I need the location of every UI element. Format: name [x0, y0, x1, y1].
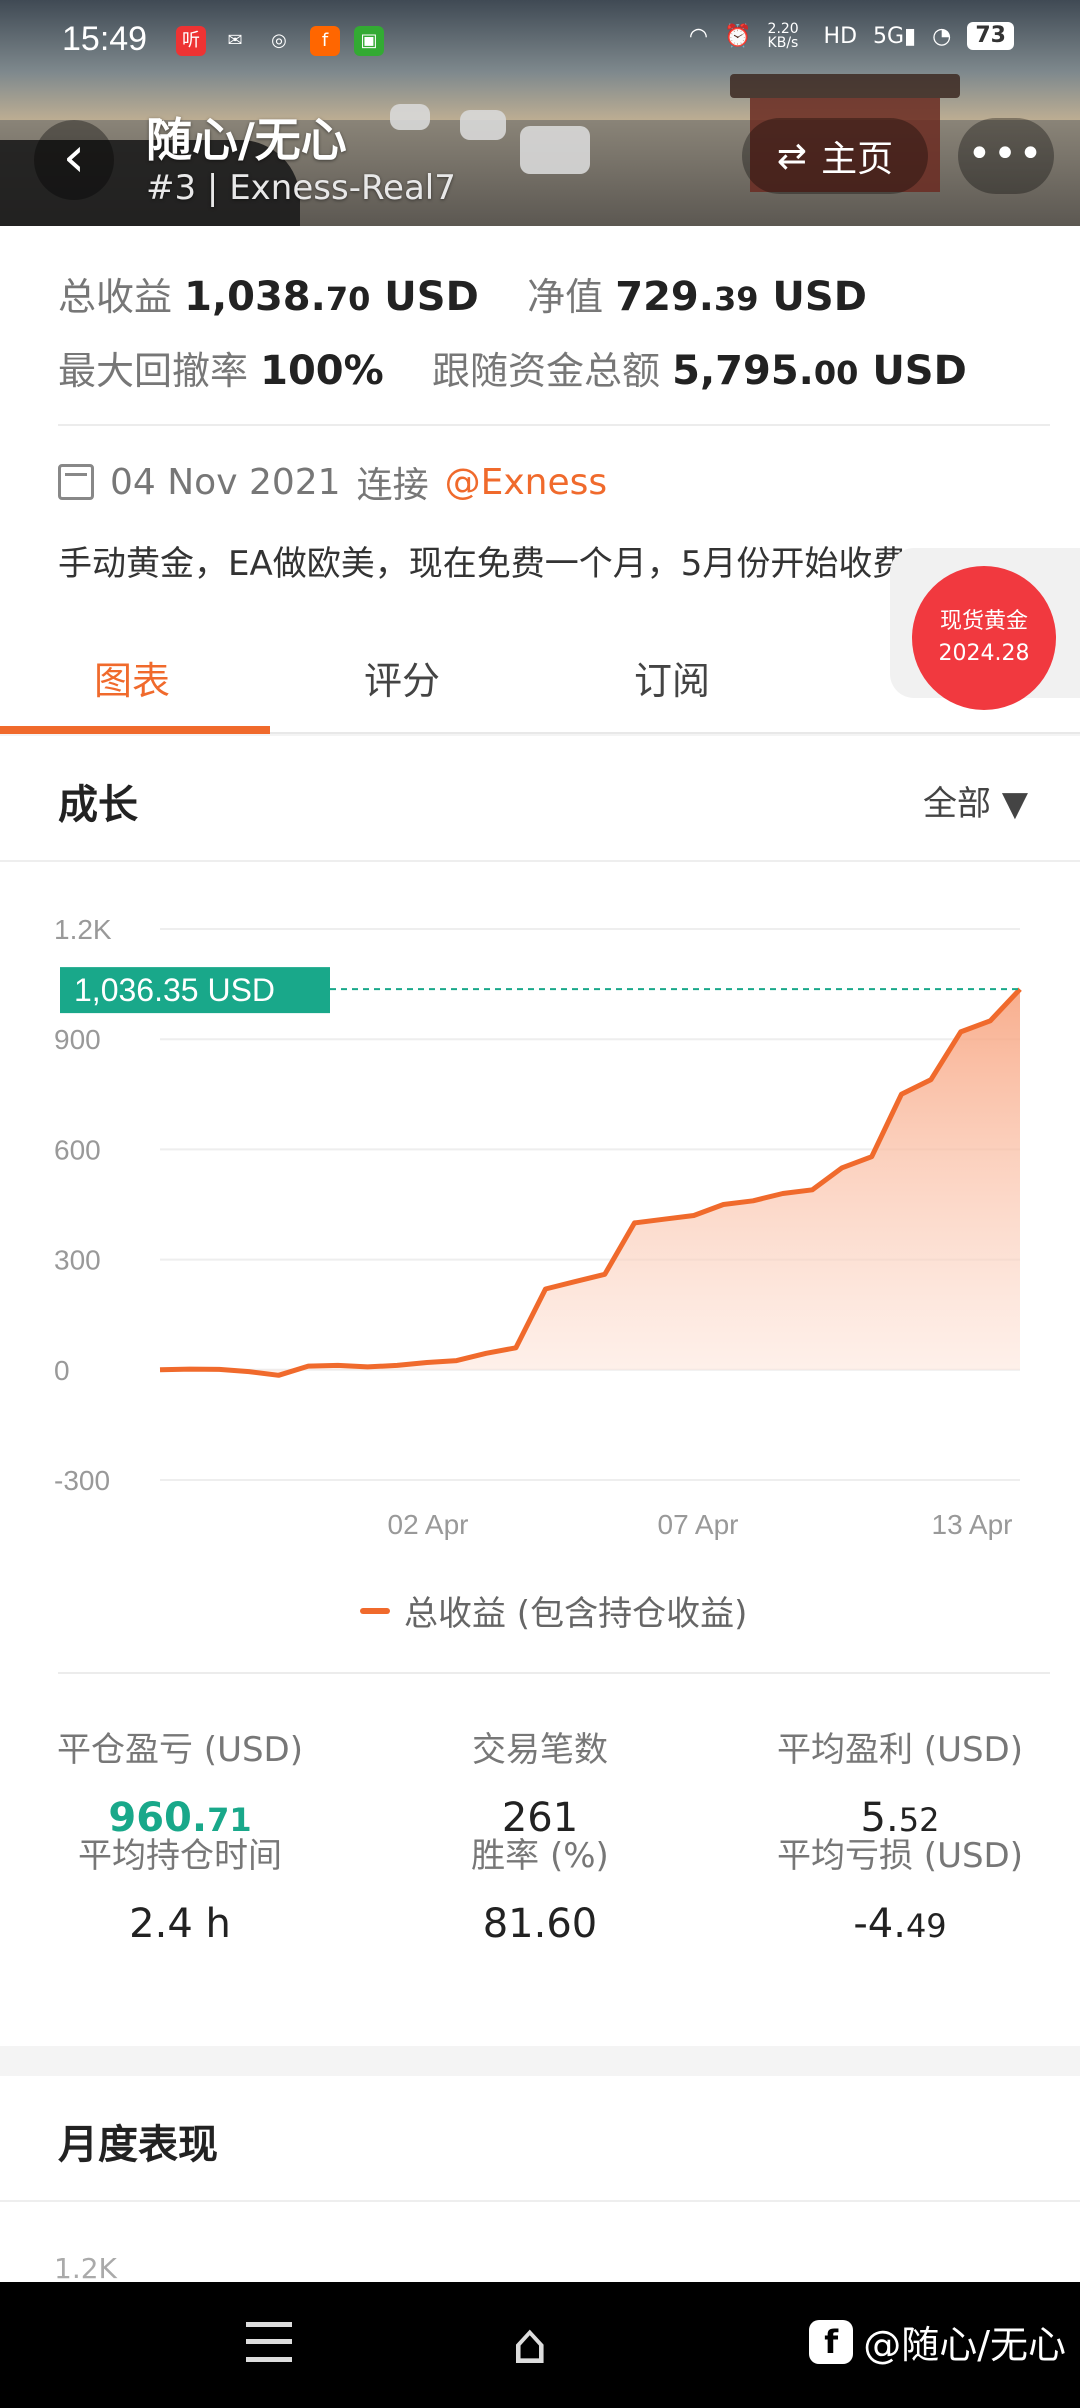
stat-cell: 交易笔数 261 [360, 1722, 720, 1841]
home-icon[interactable]: ⌂ [512, 2312, 548, 2377]
created-date-row: 04 Nov 2021 连接 @Exness [58, 456, 607, 508]
home-button[interactable]: ⇄ 主页 [742, 118, 928, 194]
status-time: 15:49 [62, 20, 148, 58]
y-tick-label: -300 [54, 1465, 110, 1496]
more-button[interactable]: ••• [958, 118, 1054, 194]
headphone-icon: ◠ [688, 23, 709, 49]
current-value-label: 1,036.35 USD [74, 972, 275, 1008]
chart-legend: 总收益 (包含持仓收益) [360, 1586, 747, 1635]
back-button[interactable]: ‹ [34, 120, 114, 200]
stat-value: 81.60 [482, 1901, 598, 1947]
equity-value: 729.39 USD [615, 274, 867, 320]
stat-label: 平仓盈亏 (USD) [57, 1730, 303, 1770]
badge-symbol: 现货黄金 [939, 609, 1028, 634]
x-tick-label: 13 Apr [932, 1509, 1013, 1540]
tab-active-indicator [0, 726, 270, 734]
x-tick-label: 07 Apr [658, 1509, 739, 1540]
swap-arrows-icon: ⇄ [776, 135, 808, 177]
follow-funds-value: 5,795.00 USD [672, 348, 967, 394]
series-area [160, 989, 1020, 1376]
total-profit-row: 总收益 1,038.70 USD 净值 729.39 USD [58, 266, 867, 321]
stat-label: 胜率 (%) [471, 1836, 609, 1876]
tab-subscribe[interactable]: 订阅 [634, 650, 710, 705]
alarm-icon: ⏰ [724, 23, 752, 49]
caret-down-icon: ▼ [1001, 784, 1028, 824]
wechat-icon: ✉ [227, 30, 243, 51]
home-button-label: 主页 [821, 139, 894, 180]
stat-label: 平均持仓时间 [78, 1836, 282, 1876]
more-dots-icon: ••• [967, 131, 1045, 177]
y-tick-label: 300 [54, 1245, 101, 1276]
net-speed: 2.20 KB/s [767, 21, 799, 51]
growth-chart: 1.2K 900 600 300 0 -300 1,036.35 USD 02 Apr 07 A… [54, 914, 1022, 1540]
total-profit-label: 总收益 [58, 275, 173, 319]
connect-label: 连接 [356, 465, 429, 506]
account-subtitle: #3 | Exness-Real7 [146, 168, 456, 208]
app-notification-icon: f [310, 26, 340, 56]
system-nav-bar: ⌂ f @随心/无心 [0, 2282, 1080, 2408]
app-logo-icon: f [809, 2319, 854, 2364]
app-notification-icon: ◎ [271, 30, 287, 51]
signal-icon: 5G▮ [873, 23, 917, 49]
tab-rating[interactable]: 评分 [364, 650, 440, 705]
status-bar: 15:49 听 ✉ ◎ f ▣ ◠ ⏰ 2.20 KB/s HD 5G▮ ◔ 7… [0, 14, 1080, 70]
max-drawdown-label: 最大回撤率 [58, 349, 249, 393]
calendar-icon [58, 464, 94, 500]
total-profit-value: 1,038.70 USD [184, 274, 479, 320]
app-notification-icon: ▣ [354, 26, 384, 56]
drawdown-row: 最大回撤率 100% 跟随资金总额 5,795.00 USD [58, 340, 967, 395]
watermark: f @随心/无心 [809, 2314, 1066, 2369]
page-title: 随心/无心 [146, 113, 347, 167]
growth-title: 成长 [58, 782, 138, 828]
tab-chart[interactable]: 图表 [94, 650, 170, 705]
hd-icon: HD [823, 23, 858, 49]
stat-label: 平均盈利 (USD) [777, 1730, 1023, 1770]
x-tick-label: 02 Apr [388, 1509, 469, 1540]
y-tick-label: 0 [54, 1355, 70, 1386]
stat-cell: 平仓盈亏 (USD) 960.71 [0, 1722, 360, 1841]
stat-label: 交易笔数 [472, 1730, 608, 1770]
range-filter-dropdown[interactable]: 全部 ▼ [923, 776, 1028, 825]
y-tick-label: 600 [54, 1134, 101, 1165]
app-notification-icon: 听 [176, 26, 206, 56]
follow-funds-label: 跟随资金总额 [432, 349, 661, 393]
stat-cell: 平均亏损 (USD) -4.49 [720, 1828, 1080, 1947]
strategy-description: 手动黄金，EA做欧美，现在免费一个月，5月份开始收费 [58, 544, 907, 584]
stat-cell: 平均盈利 (USD) 5.52 [720, 1722, 1080, 1841]
stat-label: 平均亏损 (USD) [777, 1836, 1023, 1876]
stat-value: -4.49 [853, 1901, 947, 1947]
equity-label: 净值 [527, 275, 604, 319]
stat-cell: 胜率 (%) 81.60 [360, 1828, 720, 1947]
legend-swatch [360, 1607, 390, 1614]
max-drawdown-value: 100% [260, 348, 384, 394]
created-date: 04 Nov 2021 [110, 461, 341, 503]
chevron-left-icon: ‹ [62, 125, 86, 190]
y-tick-label: 1.2K [54, 914, 112, 945]
menu-icon[interactable] [246, 2322, 292, 2362]
y-tick-label: 900 [54, 1024, 101, 1055]
monthly-section-header: 月度表现 [0, 2076, 1080, 2202]
legend-label: 总收益 (包含持仓收益) [404, 1594, 748, 1634]
broker-link[interactable]: @Exness [445, 462, 608, 503]
divider [58, 1672, 1050, 1674]
monthly-title: 月度表现 [58, 2122, 218, 2168]
tab-bar: 图表 评分 订阅 [0, 636, 1080, 734]
stat-value: 2.4 h [129, 1901, 231, 1947]
monthly-axis-tick: 1.2K [54, 2252, 117, 2285]
wifi-icon: ◔ [932, 23, 952, 49]
stat-cell: 平均持仓时间 2.4 h [0, 1828, 360, 1947]
growth-section-header: 成长 全部 ▼ [0, 736, 1080, 862]
battery-indicator: 73 [967, 22, 1014, 50]
divider [58, 424, 1050, 426]
